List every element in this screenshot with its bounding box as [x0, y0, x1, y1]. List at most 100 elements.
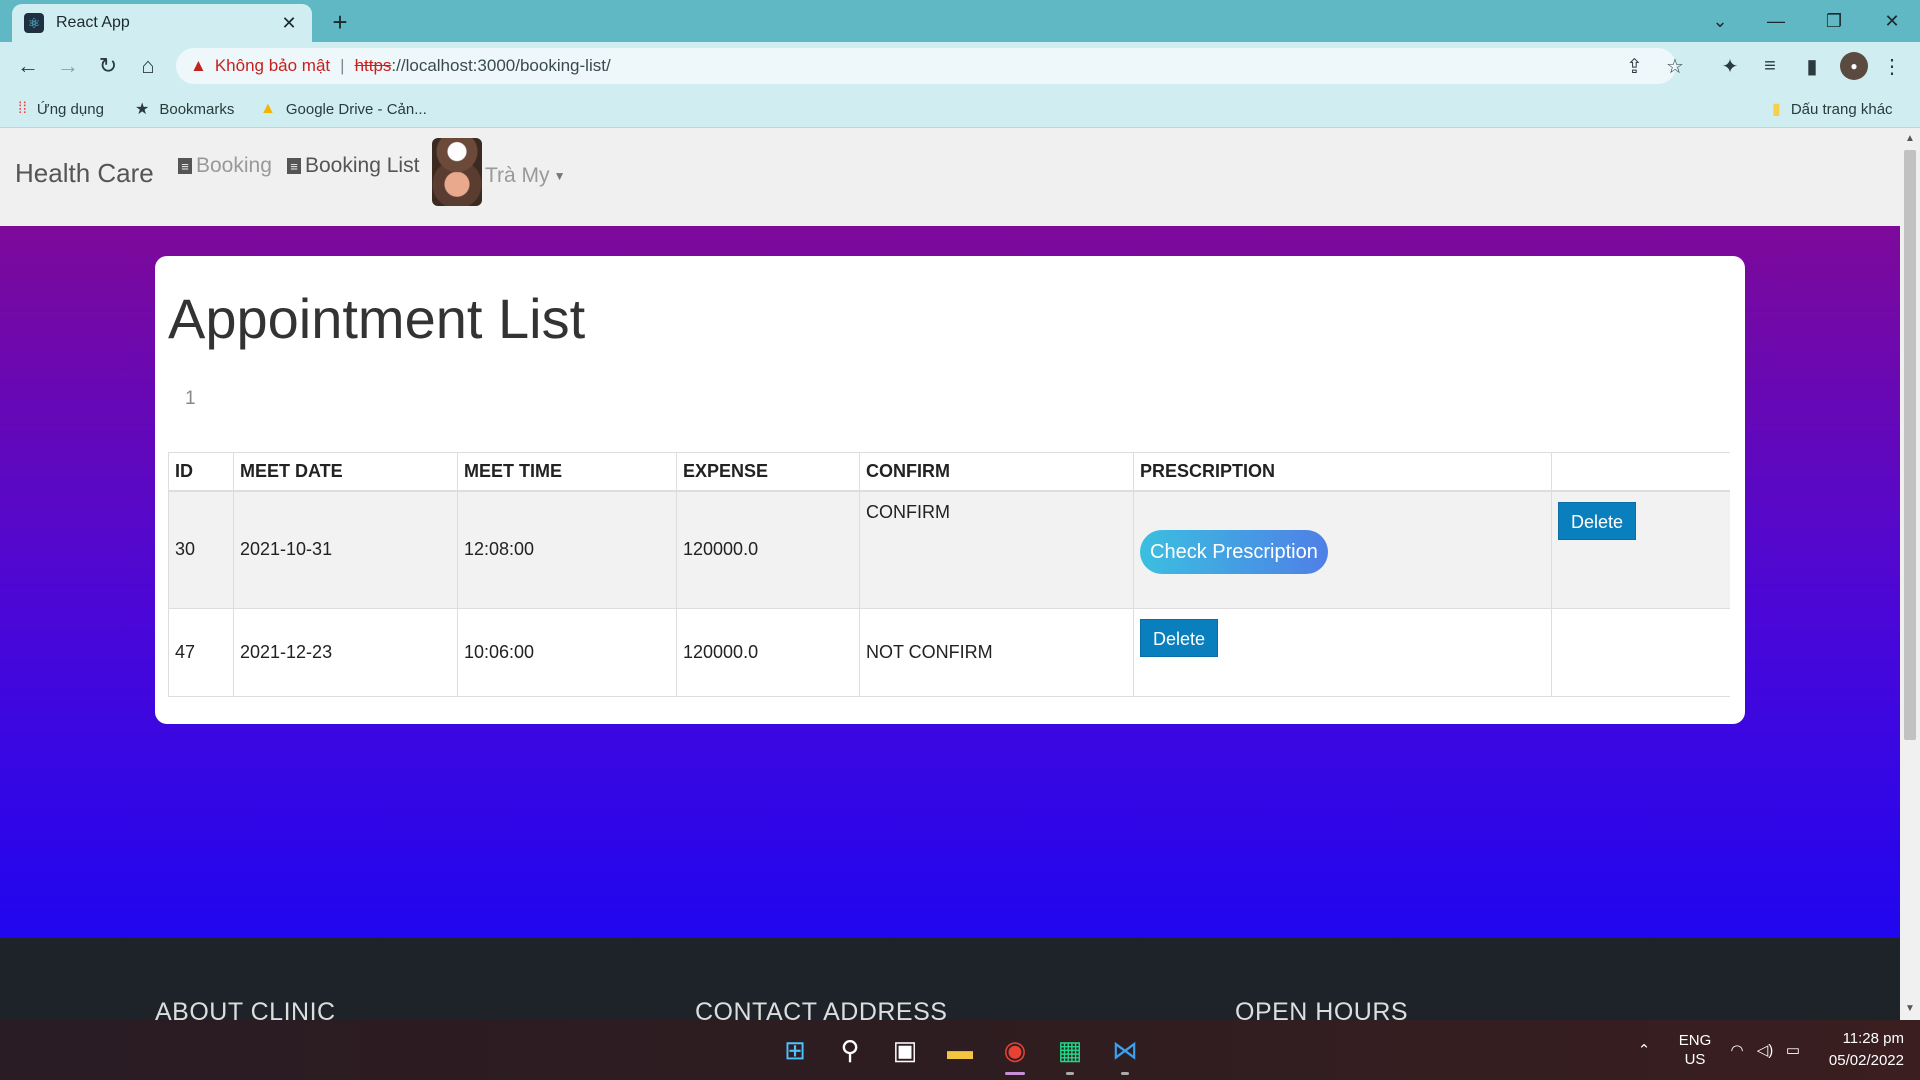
- delete-button[interactable]: Delete: [1558, 501, 1637, 540]
- home-icon[interactable]: ⌂: [132, 50, 164, 82]
- language-code: ENG: [1678, 1032, 1712, 1049]
- warning-icon: ▲: [190, 56, 207, 75]
- cell-id: 47: [168, 608, 234, 697]
- scroll-up-icon[interactable]: ▲: [1900, 130, 1920, 148]
- page-scrollbar[interactable]: ▲ ▼: [1900, 128, 1920, 1020]
- side-panel-icon[interactable]: ▮: [1796, 50, 1828, 82]
- footer-heading-hours: OPEN HOURS: [1235, 998, 1409, 1020]
- bookmark-label: Ứng dụng: [36, 100, 104, 118]
- tab-search-icon[interactable]: ⌄: [1700, 0, 1740, 42]
- column-header-prescription: PRESCRIPTION: [1133, 452, 1552, 492]
- bookmark-star-icon[interactable]: ☆: [1666, 54, 1684, 79]
- wifi-icon[interactable]: ◠: [1724, 1020, 1750, 1080]
- cell-prescription: Check Prescription: [1133, 490, 1552, 609]
- windows-start-icon[interactable]: ⊞: [775, 1030, 815, 1070]
- system-clock[interactable]: 11:28 pm 05/02/2022: [1820, 1028, 1904, 1072]
- nav-link-booking[interactable]: ≡ Booking: [178, 154, 272, 178]
- task-view-icon[interactable]: ▣: [885, 1030, 925, 1070]
- column-header-confirm: CONFIRM: [859, 452, 1134, 492]
- bookmarks-bar: ⁞⁞ Ứng dụng ★ Bookmarks ▲ Google Drive -…: [0, 90, 1920, 128]
- page-viewport: Health Care ≡ Booking ≡ Booking List Trà…: [0, 128, 1900, 1020]
- active-app-indicator: [1005, 1072, 1025, 1075]
- extensions-icon[interactable]: ✦: [1714, 50, 1746, 82]
- browser-tab-bar: ⚛ React App ✕ + ⌄ — ❐ ✕: [0, 0, 1920, 42]
- address-bar[interactable]: ▲ Không bảo mật | https://localhost:3000…: [176, 48, 1684, 84]
- check-prescription-button[interactable]: Check Prescription: [1140, 529, 1328, 574]
- volume-icon[interactable]: ◁): [1752, 1020, 1778, 1080]
- bookmark-apps[interactable]: ⁞⁞ Ứng dụng: [18, 90, 104, 128]
- apps-grid-icon: ⁞⁞: [18, 100, 27, 117]
- minimize-button[interactable]: —: [1756, 0, 1796, 42]
- cell-meet-date: 2021-12-23: [233, 608, 458, 697]
- column-header-id: ID: [168, 452, 234, 492]
- language-indicator[interactable]: ENG US: [1672, 1020, 1718, 1080]
- vscode-icon[interactable]: ⋈: [1105, 1030, 1145, 1070]
- url-path: ://localhost:3000/booking-list/: [391, 56, 611, 75]
- scroll-down-icon[interactable]: ▼: [1900, 1000, 1920, 1018]
- table-header-row: ID MEET DATE MEET TIME EXPENSE CONFIRM P…: [168, 452, 1730, 492]
- column-header-meet-date: MEET DATE: [233, 452, 458, 492]
- list-icon: ≡: [287, 158, 301, 174]
- scrollbar-thumb[interactable]: [1904, 150, 1916, 740]
- cell-actions: Delete: [1551, 490, 1730, 609]
- profile-avatar-icon[interactable]: ●: [1840, 52, 1868, 80]
- caret-down-icon: ▼: [553, 169, 566, 184]
- bookmark-google-drive[interactable]: ▲ Google Drive - Cản...: [260, 90, 427, 128]
- tray-overflow-icon[interactable]: ⌃: [1632, 1020, 1656, 1080]
- running-app-indicator: [1121, 1072, 1129, 1075]
- cell-actions: [1551, 608, 1730, 697]
- menu-kebab-icon[interactable]: ⋮: [1876, 50, 1908, 82]
- file-explorer-icon[interactable]: ▬: [940, 1030, 980, 1070]
- clock-date: 05/02/2022: [1828, 1052, 1904, 1069]
- brand-link[interactable]: Health Care: [15, 158, 154, 189]
- cell-confirm: CONFIRM: [859, 490, 1134, 609]
- table-row: 47 2021-12-23 10:06:00 120000.0 NOT CONF…: [168, 608, 1730, 697]
- media-control-icon[interactable]: ≡: [1754, 50, 1786, 82]
- nav-link-booking-list[interactable]: ≡ Booking List: [287, 154, 419, 178]
- appointment-card: Appointment List 1 ID MEET DATE MEET TIM…: [155, 256, 1745, 724]
- address-separator: |: [340, 56, 345, 75]
- delete-button[interactable]: Delete: [1140, 619, 1219, 657]
- other-bookmarks[interactable]: ▮ Dấu trang khác: [1772, 90, 1893, 128]
- site-navbar: Health Care ≡ Booking ≡ Booking List Trà…: [0, 128, 1900, 226]
- new-tab-button[interactable]: +: [326, 8, 354, 36]
- folder-icon: ▮: [1772, 101, 1781, 118]
- battery-icon[interactable]: ▭: [1780, 1020, 1806, 1080]
- react-logo-icon: ⚛: [24, 13, 44, 33]
- close-window-button[interactable]: ✕: [1872, 0, 1912, 42]
- google-drive-icon: ▲: [260, 100, 276, 117]
- page-title: Appointment List: [168, 287, 586, 350]
- security-label[interactable]: Không bảo mật: [215, 56, 330, 76]
- appointment-table: ID MEET DATE MEET TIME EXPENSE CONFIRM P…: [168, 452, 1730, 697]
- footer-heading-about: ABOUT CLINIC: [155, 998, 336, 1020]
- cell-meet-time: 12:08:00: [457, 490, 677, 609]
- user-dropdown[interactable]: Trà My ▼: [485, 164, 565, 188]
- cell-meet-time: 10:06:00: [457, 608, 677, 697]
- cell-expense: 120000.0: [676, 608, 860, 697]
- other-bookmarks-label: Dấu trang khác: [1790, 100, 1893, 118]
- bookmark-label: Bookmarks: [159, 100, 235, 118]
- clock-time: 11:28 pm: [1842, 1030, 1904, 1047]
- reload-icon[interactable]: ↻: [92, 50, 124, 82]
- browser-toolbar: ← → ↻ ⌂ ▲ Không bảo mật | https://localh…: [0, 42, 1920, 90]
- restore-button[interactable]: ❐: [1814, 0, 1854, 42]
- pagination-page-1[interactable]: 1: [185, 388, 196, 410]
- windows-taskbar: ⊞ ⚲ ▣ ▬ ◉ ▦ ⋈ ⌃ ENG US ◠ ◁) ▭ 11:28 pm 0…: [0, 1020, 1920, 1080]
- search-icon[interactable]: ⚲: [830, 1030, 870, 1070]
- share-icon[interactable]: ⇪: [1626, 54, 1643, 79]
- nav-link-label: Booking: [196, 154, 272, 177]
- site-footer: ABOUT CLINIC CONTACT ADDRESS OPEN HOURS: [0, 938, 1900, 1020]
- bookmark-bookmarks[interactable]: ★ Bookmarks: [135, 90, 234, 128]
- user-avatar[interactable]: [432, 138, 482, 206]
- forward-icon[interactable]: →: [52, 50, 84, 82]
- user-name: Trà My: [485, 164, 550, 187]
- close-tab-icon[interactable]: ✕: [278, 13, 300, 34]
- running-app-indicator: [1066, 1072, 1074, 1075]
- bookmark-label: Google Drive - Cản...: [285, 100, 427, 118]
- back-icon[interactable]: ←: [12, 50, 44, 82]
- chrome-icon[interactable]: ◉: [995, 1030, 1035, 1070]
- pycharm-icon[interactable]: ▦: [1050, 1030, 1090, 1070]
- table-row: 30 2021-10-31 12:08:00 120000.0 CONFIRM …: [168, 490, 1730, 609]
- browser-tab[interactable]: ⚛ React App ✕: [12, 4, 312, 42]
- cell-confirm: NOT CONFIRM: [859, 608, 1134, 697]
